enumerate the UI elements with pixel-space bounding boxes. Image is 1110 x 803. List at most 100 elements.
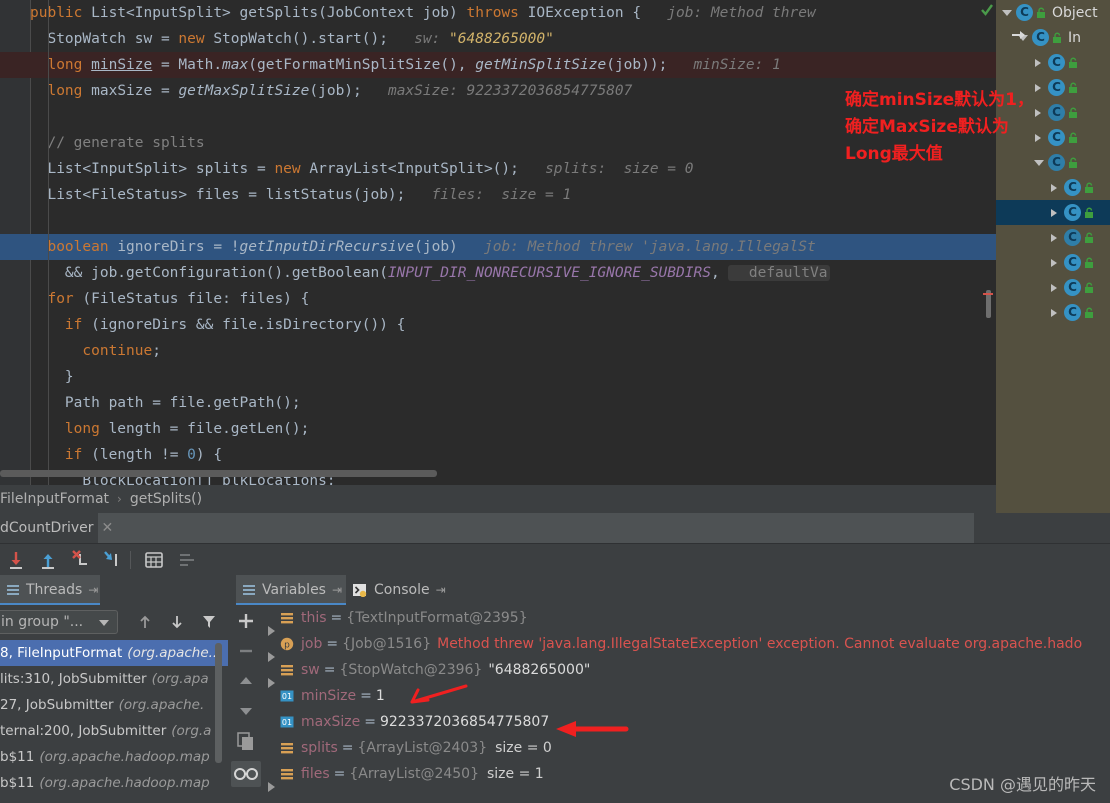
variable-row[interactable]: this = {TextInputFormat@2395} xyxy=(264,605,1110,636)
breadcrumb-class[interactable]: FileInputFormat xyxy=(0,491,109,507)
code-line[interactable]: List<FileStatus> files = listStatus(job)… xyxy=(0,182,996,208)
hierarchy-row[interactable]: C xyxy=(996,300,1110,325)
code-line[interactable]: if (length != 0) { xyxy=(0,442,996,468)
settings-icon[interactable] xyxy=(176,548,200,572)
inherit-arrow-icon xyxy=(1012,31,1025,39)
step-out-icon[interactable] xyxy=(36,548,60,572)
code-editor[interactable]: public List<InputSplit> getSplits(JobCon… xyxy=(0,0,996,485)
chevron-right-icon[interactable] xyxy=(1032,81,1046,95)
breadcrumb[interactable]: FileInputFormat › getSplits() xyxy=(0,485,996,513)
hierarchy-row[interactable]: C xyxy=(996,275,1110,300)
variable-row[interactable]: sw = {StopWatch@2396} "6488265000" xyxy=(264,657,1110,688)
frame-row[interactable]: b$11 (org.apache.hadoop.map xyxy=(0,770,228,796)
hierarchy-row[interactable]: C xyxy=(996,175,1110,200)
variable-row[interactable]: p job = {Job@1516} Method threw 'java.lang.I… xyxy=(264,631,1110,662)
move-down-icon[interactable] xyxy=(234,699,258,723)
variable-row[interactable]: splits = {ArrayList@2403} size = 0 xyxy=(264,735,1110,761)
code-token: new xyxy=(178,31,214,47)
frame-package: (org.apache.. xyxy=(127,645,218,661)
variable-row[interactable]: 01 minSize = 1 xyxy=(264,683,1110,709)
frames-scrollbar[interactable] xyxy=(215,643,222,763)
hierarchy-row[interactable]: C Object xyxy=(996,0,1110,25)
pin-icon[interactable]: ⇥ xyxy=(436,583,446,597)
variables-toolbar[interactable] xyxy=(228,605,264,803)
step-over-icon[interactable] xyxy=(4,548,28,572)
hierarchy-row[interactable]: C xyxy=(996,225,1110,250)
variable-row[interactable]: 01 maxSize = 9223372036854775807 xyxy=(264,709,1110,735)
code-token: for xyxy=(47,291,83,307)
code-token: List<FileStatus> files = listStatus(job)… xyxy=(30,187,415,203)
inlay-hint-box: defaultVa xyxy=(728,265,831,281)
class-hierarchy-panel[interactable]: C Object C In C C C C C C C C C C C xyxy=(996,0,1110,515)
hierarchy-row[interactable]: C In xyxy=(996,25,1110,50)
tab-console[interactable]: Console ⇥ xyxy=(346,575,462,605)
code-line[interactable]: long minSize = Math.max(getFormatMinSpli… xyxy=(0,52,996,78)
chevron-right-icon[interactable] xyxy=(1048,281,1062,295)
hierarchy-row[interactable]: C xyxy=(996,50,1110,75)
variable-value: 9223372036854775807 xyxy=(379,714,550,730)
code-line[interactable]: public List<InputSplit> getSplits(JobCon… xyxy=(0,0,996,26)
code-line[interactable]: && job.getConfiguration().getBoolean(INP… xyxy=(0,260,996,286)
frame-down-icon[interactable] xyxy=(168,613,186,631)
add-watch-icon[interactable] xyxy=(234,609,258,633)
pin-icon[interactable]: ⇥ xyxy=(88,583,98,597)
chevron-right-icon[interactable] xyxy=(1048,231,1062,245)
code-line[interactable]: continue; xyxy=(0,338,996,364)
editor-error-marker[interactable] xyxy=(983,293,993,295)
chevron-right-icon[interactable] xyxy=(1048,181,1062,195)
thread-group-selector[interactable]: in group "... xyxy=(0,610,118,634)
frame-row[interactable]: 27, JobSubmitter (org.apache. xyxy=(0,692,228,718)
copy-icon[interactable] xyxy=(234,729,258,753)
evaluate-expression-icon[interactable] xyxy=(142,548,166,572)
step-into-icon[interactable] xyxy=(100,548,124,572)
frame-row[interactable]: 8, FileInputFormat (org.apache.. xyxy=(0,640,228,666)
frames-toolbar[interactable]: in group "... xyxy=(0,605,228,640)
tab-variables[interactable]: Variables ⇥ xyxy=(236,575,352,605)
hierarchy-row[interactable]: C xyxy=(996,200,1110,225)
move-up-icon[interactable] xyxy=(234,669,258,693)
tab-threads[interactable]: Threads ⇥ xyxy=(0,575,100,605)
code-token: StopWatch sw = xyxy=(30,31,179,47)
remove-watch-icon[interactable] xyxy=(234,639,258,663)
code-line[interactable]: boolean ignoreDirs = !getInputDirRecursi… xyxy=(0,234,996,260)
inspection-ok-icon[interactable] xyxy=(980,3,994,17)
chevron-right-icon[interactable] xyxy=(1032,106,1046,120)
editor-horizontal-scrollbar[interactable] xyxy=(0,470,437,477)
hierarchy-row[interactable]: C xyxy=(996,125,1110,150)
tab-wordcountdriver[interactable]: dCountDriver ✕ xyxy=(0,513,121,543)
code-line[interactable] xyxy=(0,208,996,234)
frame-row[interactable]: b$11 (org.apache.hadoop.map xyxy=(0,744,228,770)
pin-icon[interactable]: ⇥ xyxy=(332,583,342,597)
frames-list[interactable]: 8, FileInputFormat (org.apache.. lits:310,… xyxy=(0,640,228,803)
chevron-right-icon[interactable] xyxy=(1032,56,1046,70)
primitive-value-icon: 01 xyxy=(280,689,294,703)
close-icon[interactable]: ✕ xyxy=(102,520,114,536)
breadcrumb-method[interactable]: getSplits() xyxy=(130,491,202,507)
frame-row[interactable]: ternal:200, JobSubmitter (org.a xyxy=(0,718,228,744)
debug-stepping-toolbar[interactable] xyxy=(0,543,1110,576)
frame-up-icon[interactable] xyxy=(136,613,154,631)
filter-funnel-icon[interactable] xyxy=(200,613,218,631)
chevron-down-icon[interactable] xyxy=(1000,6,1014,20)
code-lines[interactable]: public List<InputSplit> getSplits(JobCon… xyxy=(0,0,996,485)
code-line[interactable]: for (FileStatus file: files) { xyxy=(0,286,996,312)
force-step-into-icon[interactable] xyxy=(68,548,92,572)
watches-glasses-icon[interactable] xyxy=(231,761,261,787)
hierarchy-row[interactable]: C xyxy=(996,150,1110,175)
code-line[interactable]: if (ignoreDirs && file.isDirectory()) { xyxy=(0,312,996,338)
code-line[interactable]: } xyxy=(0,364,996,390)
chevron-right-icon[interactable] xyxy=(1048,256,1062,270)
code-line[interactable]: long length = file.getLen(); xyxy=(0,416,996,442)
editor-tabs-row[interactable]: dCountDriver ✕ xyxy=(0,513,1110,543)
code-line[interactable]: Path path = file.getPath(); xyxy=(0,390,996,416)
lock-icon xyxy=(1067,82,1079,94)
object-value-icon xyxy=(280,767,294,781)
chevron-right-icon[interactable] xyxy=(1048,206,1062,220)
code-line[interactable]: StopWatch sw = new StopWatch().start(); … xyxy=(0,26,996,52)
hierarchy-row[interactable]: C xyxy=(996,250,1110,275)
frame-row[interactable]: lits:310, JobSubmitter (org.apa xyxy=(0,666,228,692)
chevron-right-icon[interactable] xyxy=(1048,306,1062,320)
chevron-down-icon[interactable] xyxy=(99,620,109,626)
chevron-down-icon[interactable] xyxy=(1032,156,1046,170)
chevron-right-icon[interactable] xyxy=(1032,131,1046,145)
